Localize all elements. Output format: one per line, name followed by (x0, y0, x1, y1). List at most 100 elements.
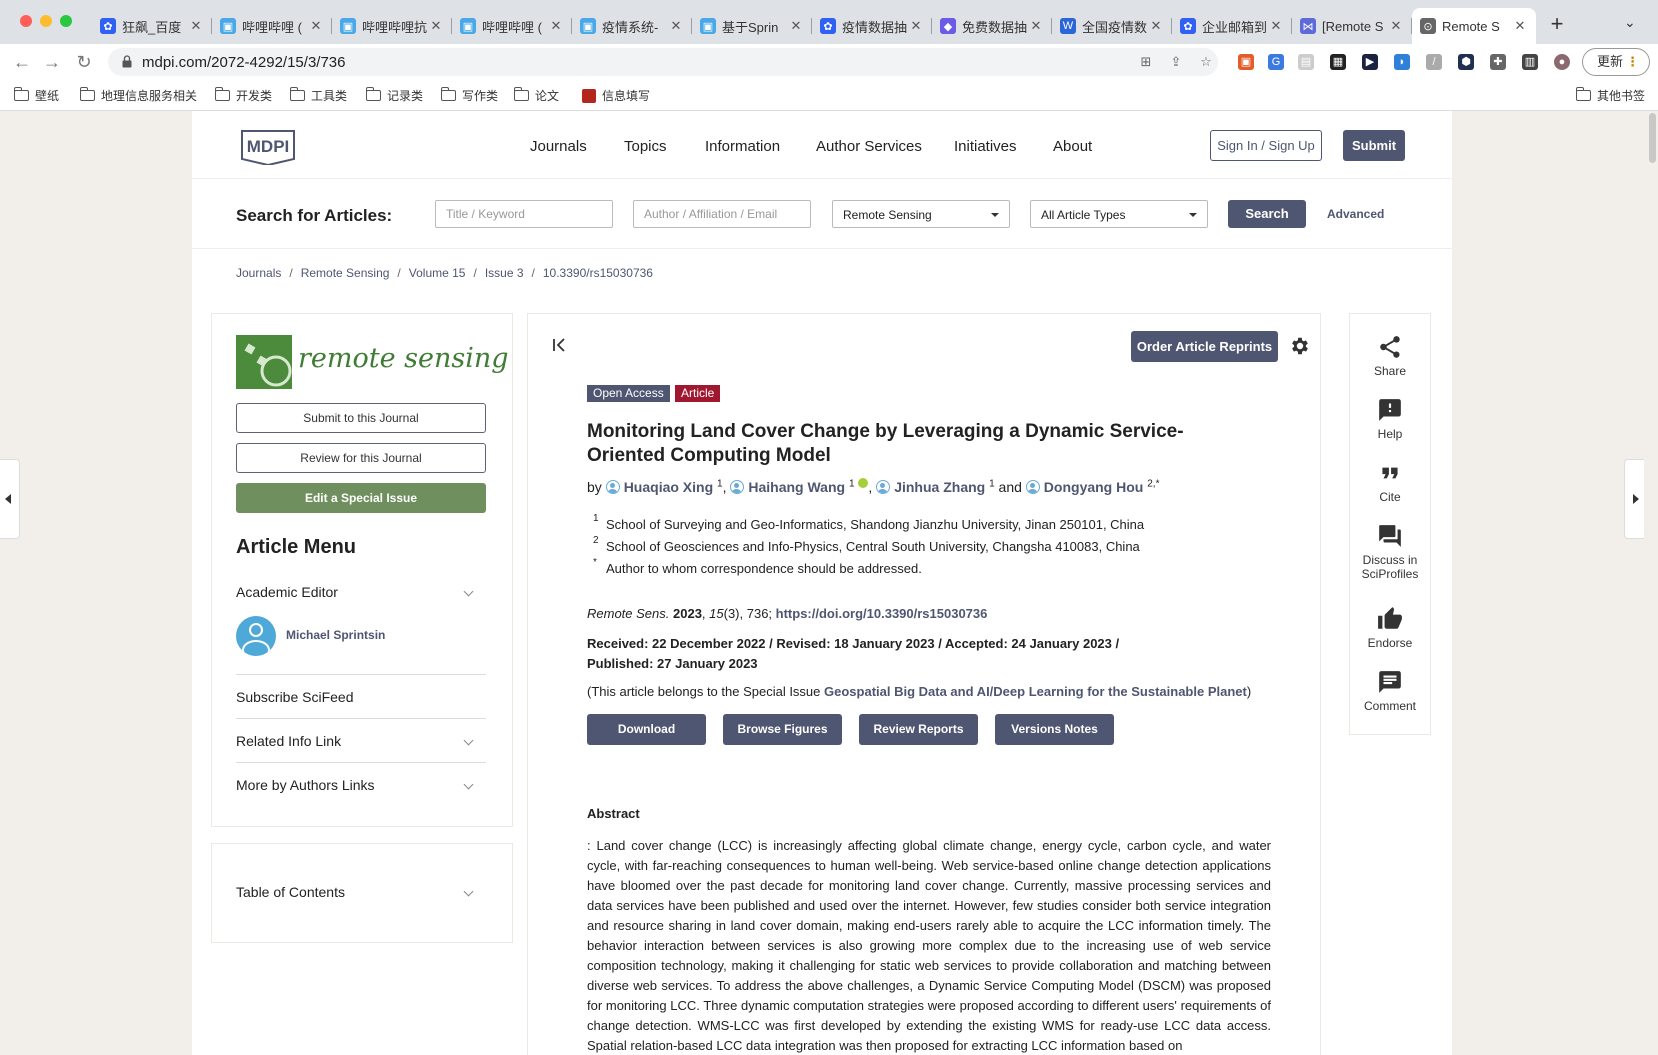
review-for-journal-button[interactable]: Review for this Journal (236, 443, 486, 473)
play-extension-icon[interactable]: ▶ (1362, 54, 1378, 70)
browser-tab[interactable]: ◆ 免费数据抽 ✕ (932, 8, 1052, 44)
submit-to-journal-button[interactable]: Submit to this Journal (236, 403, 486, 433)
browser-tab[interactable]: ✿ 疫情数据抽 ✕ (812, 8, 932, 44)
bookmark-item[interactable]: 论文 (513, 87, 559, 104)
close-tab-icon[interactable]: ✕ (1388, 18, 1404, 34)
browser-tab[interactable]: ▣ 哔哩哔哩抗 ✕ (332, 8, 452, 44)
special-issue-link[interactable]: Geospatial Big Data and AI/Deep Learning… (824, 684, 1247, 699)
browser-tab[interactable]: W 全国疫情数 ✕ (1052, 8, 1172, 44)
browser-tab[interactable]: ✿ 狂飙_百度 ✕ (92, 8, 212, 44)
author-search-input[interactable]: Author / Affiliation / Email (633, 200, 811, 228)
help-action[interactable]: Help (1350, 397, 1430, 441)
browser-tab[interactable]: ▣ 疫情系统- ✕ (572, 8, 692, 44)
grid-extension-icon[interactable]: ▦ (1330, 54, 1346, 70)
reload-button[interactable]: ↻ (72, 50, 96, 74)
tab-search-icon[interactable]: ⌄ (1624, 14, 1636, 31)
browser-tab[interactable]: ⊙ Remote S ✕ (1412, 8, 1536, 44)
profile-avatar[interactable]: ● (1554, 54, 1570, 70)
translate-icon[interactable]: ⊞ (1138, 54, 1154, 70)
nav-topics[interactable]: Topics (624, 138, 667, 155)
update-browser-button[interactable]: 更新 ⋮ (1582, 48, 1650, 76)
side-panel-icon[interactable]: ▥ (1522, 54, 1538, 70)
advanced-search-link[interactable]: Advanced (1327, 207, 1384, 221)
versions-notes-button[interactable]: Versions Notes (995, 714, 1114, 745)
nav-information[interactable]: Information (705, 138, 780, 155)
cite-action[interactable]: Cite (1350, 460, 1430, 504)
document-extension-icon[interactable]: ▤ (1298, 54, 1314, 70)
more-by-authors-toggle[interactable]: More by Authors Links (236, 777, 486, 793)
nav-journals[interactable]: Journals (530, 138, 587, 155)
puzzle-extensions-icon[interactable]: ✚ (1490, 54, 1506, 70)
author-link[interactable]: Huaqiao Xing (624, 479, 713, 495)
edit-special-issue-button[interactable]: Edit a Special Issue (236, 483, 486, 513)
back-button[interactable]: ← (10, 50, 34, 74)
bookmark-item[interactable]: 壁纸 (13, 87, 59, 104)
breadcrumb-issue[interactable]: Issue 3 (485, 266, 524, 280)
browse-figures-button[interactable]: Browse Figures (723, 714, 842, 745)
close-tab-icon[interactable]: ✕ (1028, 18, 1044, 34)
review-reports-button[interactable]: Review Reports (859, 714, 978, 745)
discuss-action[interactable]: Discuss in SciProfiles (1350, 523, 1430, 581)
minimize-window-button[interactable] (40, 15, 52, 27)
close-window-button[interactable] (20, 15, 32, 27)
close-tab-icon[interactable]: ✕ (1148, 18, 1164, 34)
browser-tab[interactable]: ▣ 哔哩哔哩 (✕ (452, 8, 572, 44)
close-tab-icon[interactable]: ✕ (428, 18, 444, 34)
dropper-extension-icon[interactable]: / (1426, 54, 1442, 70)
address-bar[interactable]: mdpi.com/2072-4292/15/3/736 ⊞ ⇪ ☆ (108, 48, 1218, 76)
mdpi-logo[interactable]: MDPI (236, 127, 300, 165)
scrollbar-thumb[interactable] (1649, 113, 1656, 163)
close-tab-icon[interactable]: ✕ (668, 18, 684, 34)
close-tab-icon[interactable]: ✕ (908, 18, 924, 34)
browser-tab[interactable]: ✿ 企业邮箱到 ✕ (1172, 8, 1292, 44)
close-tab-icon[interactable]: ✕ (788, 18, 804, 34)
download-button[interactable]: Download (587, 714, 706, 745)
translate-extension-icon[interactable]: G (1268, 54, 1284, 70)
maximize-window-button[interactable] (60, 15, 72, 27)
submit-button[interactable]: Submit (1343, 130, 1405, 161)
close-tab-icon[interactable]: ✕ (1268, 18, 1284, 34)
search-button[interactable]: Search (1228, 200, 1306, 228)
right-drawer-toggle[interactable] (1624, 459, 1644, 539)
bookmark-item[interactable]: 信息填写 (582, 87, 650, 104)
order-reprints-button[interactable]: Order Article Reprints (1131, 331, 1278, 362)
table-of-contents-toggle[interactable]: Table of Contents (236, 884, 486, 900)
nav-initiatives[interactable]: Initiatives (954, 138, 1017, 155)
bookmark-item[interactable]: 地理信息服务相关 (79, 87, 197, 104)
bookmark-item[interactable]: 开发类 (214, 87, 272, 104)
breadcrumb-volume[interactable]: Volume 15 (409, 266, 466, 280)
new-tab-button[interactable]: + (1544, 12, 1570, 38)
other-bookmarks-folder[interactable]: 其他书签 (1575, 87, 1645, 104)
close-tab-icon[interactable]: ✕ (188, 18, 204, 34)
breadcrumb-remote-sensing[interactable]: Remote Sensing (301, 266, 390, 280)
close-tab-icon[interactable]: ✕ (548, 18, 564, 34)
comment-action[interactable]: Comment (1350, 669, 1430, 713)
close-tab-icon[interactable]: ✕ (1512, 18, 1528, 34)
doi-link[interactable]: https://doi.org/10.3390/rs15030736 (776, 606, 988, 621)
orcid-icon[interactable] (858, 478, 869, 488)
share-page-icon[interactable]: ⇪ (1168, 54, 1184, 70)
endorse-action[interactable]: Endorse (1350, 606, 1430, 650)
related-info-toggle[interactable]: Related Info Link (236, 733, 486, 749)
author-link[interactable]: Haihang Wang (748, 479, 845, 495)
nav-author-services[interactable]: Author Services (816, 138, 922, 155)
bookmark-star-icon[interactable]: ☆ (1198, 54, 1214, 70)
browser-tab[interactable]: ▣ 哔哩哔哩 (✕ (212, 8, 332, 44)
forward-button[interactable]: → (40, 50, 64, 74)
journal-select[interactable]: Remote Sensing (832, 200, 1010, 228)
keyword-search-input[interactable]: Title / Keyword (435, 200, 613, 228)
journal-logo[interactable]: remote sensing (236, 335, 509, 389)
breadcrumb-journals[interactable]: Journals (236, 266, 281, 280)
author-link[interactable]: Dongyang Hou (1044, 479, 1144, 495)
collapse-sidebar-icon[interactable] (552, 337, 568, 353)
nav-about[interactable]: About (1053, 138, 1092, 155)
bookmark-item[interactable]: 写作类 (440, 87, 498, 104)
author-link[interactable]: Jinhua Zhang (894, 479, 985, 495)
breadcrumb-doi[interactable]: 10.3390/rs15030736 (543, 266, 653, 280)
sign-in-button[interactable]: Sign In / Sign Up (1210, 130, 1322, 161)
browser-tab[interactable]: ⋈ [Remote S ✕ (1292, 8, 1412, 44)
gear-icon[interactable] (1289, 335, 1311, 357)
page-scrollbar[interactable] (1646, 111, 1658, 1055)
editor-name-link[interactable]: Michael Sprintsin (286, 628, 385, 642)
hex-extension-icon[interactable]: ⬢ (1458, 54, 1474, 70)
